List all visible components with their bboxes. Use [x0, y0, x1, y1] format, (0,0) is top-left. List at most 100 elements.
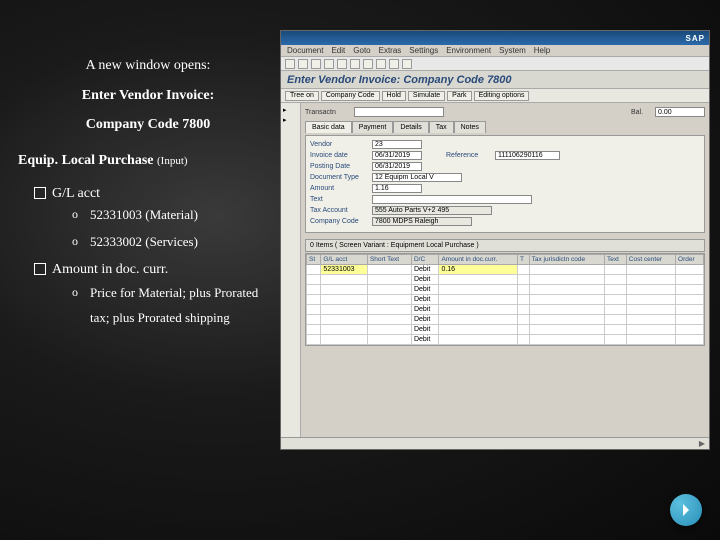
grid-cell[interactable]: Debit	[411, 305, 439, 315]
grid-cell[interactable]	[676, 325, 704, 335]
grid-cell[interactable]: Debit	[411, 325, 439, 335]
grid-cell[interactable]: Debit	[411, 275, 439, 285]
transactn-field[interactable]	[354, 107, 444, 117]
grid-cell[interactable]	[321, 295, 368, 305]
toolbar-button[interactable]	[363, 59, 373, 69]
grid-cell[interactable]	[626, 305, 675, 315]
grid-cell[interactable]	[529, 275, 604, 285]
table-row[interactable]: Debit	[307, 305, 704, 315]
grid-cell[interactable]	[604, 305, 626, 315]
grid-cell[interactable]	[367, 335, 411, 345]
grid-cell[interactable]: Debit	[411, 265, 439, 275]
grid-cell[interactable]	[518, 295, 530, 305]
grid-cell[interactable]	[439, 335, 518, 345]
grid-cell[interactable]	[529, 285, 604, 295]
grid-cell[interactable]	[518, 305, 530, 315]
table-row[interactable]: Debit	[307, 285, 704, 295]
grid-cell[interactable]	[518, 265, 530, 275]
grid-cell[interactable]	[604, 335, 626, 345]
tab-basic-data[interactable]: Basic data	[305, 121, 352, 133]
grid-cell[interactable]	[439, 305, 518, 315]
toolbar-button[interactable]	[350, 59, 360, 69]
line-items-grid[interactable]: St G/L acct Short Text D/C Amount in doc…	[305, 253, 705, 346]
toolbar-button[interactable]	[311, 59, 321, 69]
menu-item[interactable]: System	[499, 46, 526, 55]
col-header[interactable]: G/L acct	[321, 255, 368, 265]
grid-cell[interactable]	[321, 325, 368, 335]
tab-notes[interactable]: Notes	[454, 121, 486, 133]
menu-item[interactable]: Extras	[379, 46, 402, 55]
grid-cell[interactable]	[604, 285, 626, 295]
grid-cell[interactable]	[367, 325, 411, 335]
menu-item[interactable]: Goto	[353, 46, 370, 55]
toolbar-button[interactable]	[298, 59, 308, 69]
grid-cell[interactable]: Debit	[411, 295, 439, 305]
toolbar-button[interactable]	[337, 59, 347, 69]
table-row[interactable]: Debit	[307, 295, 704, 305]
col-header[interactable]: D/C	[411, 255, 439, 265]
grid-cell[interactable]	[307, 315, 321, 325]
toolbar-button[interactable]	[402, 59, 412, 69]
grid-cell[interactable]	[367, 305, 411, 315]
grid-cell[interactable]	[439, 315, 518, 325]
grid-cell[interactable]	[439, 275, 518, 285]
grid-cell[interactable]	[307, 275, 321, 285]
vendor-field[interactable]: 23	[372, 140, 422, 149]
menu-item[interactable]: Edit	[331, 46, 345, 55]
grid-cell[interactable]	[529, 335, 604, 345]
table-row[interactable]: Debit	[307, 335, 704, 345]
grid-cell[interactable]	[676, 305, 704, 315]
grid-cell[interactable]	[321, 335, 368, 345]
grid-cell[interactable]	[529, 315, 604, 325]
grid-cell[interactable]	[604, 265, 626, 275]
grid-cell[interactable]	[518, 315, 530, 325]
grid-cell[interactable]	[626, 265, 675, 275]
grid-cell[interactable]	[604, 315, 626, 325]
grid-cell[interactable]	[529, 295, 604, 305]
simulate-button[interactable]: Simulate	[408, 91, 445, 101]
menu-item[interactable]: Environment	[446, 46, 491, 55]
grid-cell[interactable]	[367, 295, 411, 305]
grid-cell[interactable]	[307, 295, 321, 305]
company-code-button[interactable]: Company Code	[321, 91, 380, 101]
grid-cell[interactable]	[604, 325, 626, 335]
grid-cell[interactable]	[676, 275, 704, 285]
col-header[interactable]: Tax jurisdictn code	[529, 255, 604, 265]
grid-cell[interactable]	[626, 325, 675, 335]
amount-field[interactable]: 1.16	[372, 184, 422, 193]
grid-cell[interactable]	[676, 295, 704, 305]
grid-cell[interactable]	[367, 285, 411, 295]
grid-cell[interactable]	[676, 315, 704, 325]
col-header[interactable]: Order	[676, 255, 704, 265]
grid-cell[interactable]	[307, 305, 321, 315]
hold-button[interactable]: Hold	[382, 91, 406, 101]
grid-cell[interactable]	[321, 285, 368, 295]
grid-cell[interactable]	[626, 295, 675, 305]
grid-cell[interactable]	[529, 325, 604, 335]
grid-cell[interactable]	[529, 305, 604, 315]
table-row[interactable]: Debit	[307, 315, 704, 325]
grid-cell[interactable]	[676, 265, 704, 275]
grid-cell[interactable]	[518, 285, 530, 295]
grid-cell[interactable]	[676, 285, 704, 295]
grid-cell[interactable]	[439, 325, 518, 335]
text-field[interactable]	[372, 195, 532, 204]
grid-cell[interactable]	[307, 325, 321, 335]
col-header[interactable]: T	[518, 255, 530, 265]
grid-cell[interactable]: Debit	[411, 315, 439, 325]
table-row[interactable]: 52331003Debit0.16	[307, 265, 704, 275]
doc-type-field[interactable]: 12 Equipm Local V	[372, 173, 462, 182]
grid-cell[interactable]	[439, 285, 518, 295]
grid-cell[interactable]: 0.16	[439, 265, 518, 275]
tab-tax[interactable]: Tax	[429, 121, 454, 133]
grid-cell[interactable]	[367, 265, 411, 275]
park-button[interactable]: Park	[447, 91, 471, 101]
grid-cell[interactable]	[518, 325, 530, 335]
grid-cell[interactable]	[626, 315, 675, 325]
grid-cell[interactable]: Debit	[411, 335, 439, 345]
posting-date-field[interactable]: 06/31/2019	[372, 162, 422, 171]
grid-cell[interactable]	[626, 275, 675, 285]
toolbar-button[interactable]	[376, 59, 386, 69]
editing-options-button[interactable]: Editing options	[474, 91, 530, 101]
grid-cell[interactable]	[321, 275, 368, 285]
